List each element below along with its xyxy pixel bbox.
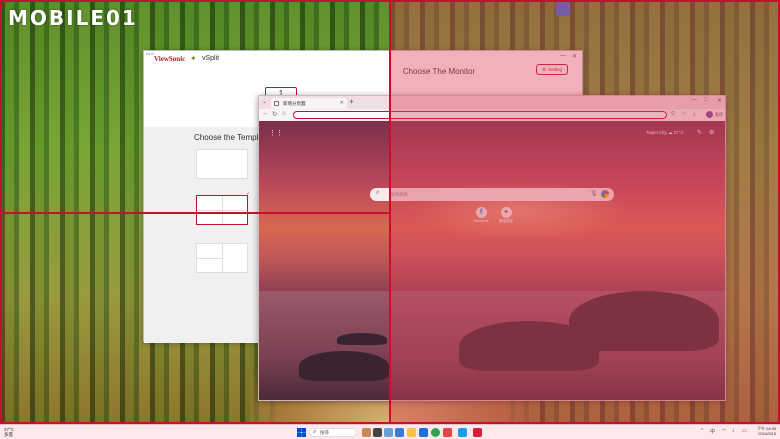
taskbar-app-chrome[interactable] <box>431 428 440 437</box>
taskbar-clock[interactable]: 下午 04:35 2024/5/15 <box>757 426 776 436</box>
taskbar-weather[interactable]: 27°C 多雲 <box>4 427 14 437</box>
battery-icon[interactable]: ▭ <box>742 428 747 434</box>
template-full[interactable] <box>196 149 248 179</box>
version-label: v1.0 <box>146 51 154 56</box>
zone-overlay-right <box>390 0 780 424</box>
taskbar-app-widgets[interactable] <box>362 428 371 437</box>
tab-title: 新增分頁籤 <box>283 101 306 106</box>
check-icon: ✓ <box>246 191 251 197</box>
taskbar-app-photos[interactable] <box>458 428 467 437</box>
template-divider <box>222 244 223 272</box>
tray-chevron-icon[interactable]: ⌃ <box>700 428 704 434</box>
watermark-logo: MOBILE01 <box>8 6 138 30</box>
zone-divider-horizontal <box>0 212 390 214</box>
template-quad-selected[interactable] <box>196 195 248 225</box>
taskbar-app-explorer[interactable] <box>407 428 416 437</box>
birds-icon: ✦ <box>190 54 197 63</box>
close-tab-icon[interactable]: ✕ <box>340 100 344 106</box>
clock-date: 2024/5/15 <box>758 431 777 436</box>
apps-grid-icon[interactable]: ⋮⋮ <box>269 129 283 137</box>
taskbar-app-edge[interactable] <box>384 428 393 437</box>
wifi-icon[interactable]: ◠ <box>722 428 726 434</box>
back-icon[interactable]: ← <box>262 110 269 117</box>
taskbar-app-mail[interactable] <box>395 428 404 437</box>
tab-new-tab[interactable]: 新增分頁籤 ✕ <box>271 98 347 109</box>
volume-icon[interactable]: ♪ <box>732 428 735 434</box>
island-shape <box>337 333 387 345</box>
template-tri[interactable] <box>196 243 248 273</box>
taskbar: 27°C 多雲 ⌕ 搜尋 ⌃ 中 ◠ ♪ ▭ 下午 04:35 2024/5/1… <box>0 424 780 439</box>
app-name: vSplit <box>202 55 220 62</box>
page-icon <box>274 101 279 106</box>
taskbar-app-store[interactable] <box>419 428 428 437</box>
taskbar-app-viewsonic[interactable] <box>473 428 482 437</box>
viewsonic-logo: ViewSonic <box>154 55 186 63</box>
new-tab-button[interactable]: + <box>349 97 354 106</box>
search-icon: ⌕ <box>376 190 380 196</box>
refresh-icon[interactable]: ↻ <box>272 110 277 118</box>
taskbar-app-taskview[interactable] <box>373 428 382 437</box>
taskbar-search[interactable]: ⌕ 搜尋 <box>309 428 357 437</box>
taskbar-search-label: 搜尋 <box>320 430 329 435</box>
tab-list-icon[interactable]: ⌄ <box>262 98 267 105</box>
template-divider <box>197 258 222 259</box>
windows-start-icon[interactable] <box>297 428 306 437</box>
island-shape <box>299 351 389 381</box>
home-icon[interactable]: ⌂ <box>282 110 286 117</box>
search-icon: ⌕ <box>313 429 317 435</box>
tray-lang[interactable]: 中 <box>710 428 715 435</box>
taskbar-app-vsplit[interactable] <box>443 428 452 437</box>
taskbar-weather-desc: 多雲 <box>4 432 13 437</box>
choose-template-title: Choose the Templat <box>194 133 266 142</box>
template-divider <box>197 210 247 211</box>
